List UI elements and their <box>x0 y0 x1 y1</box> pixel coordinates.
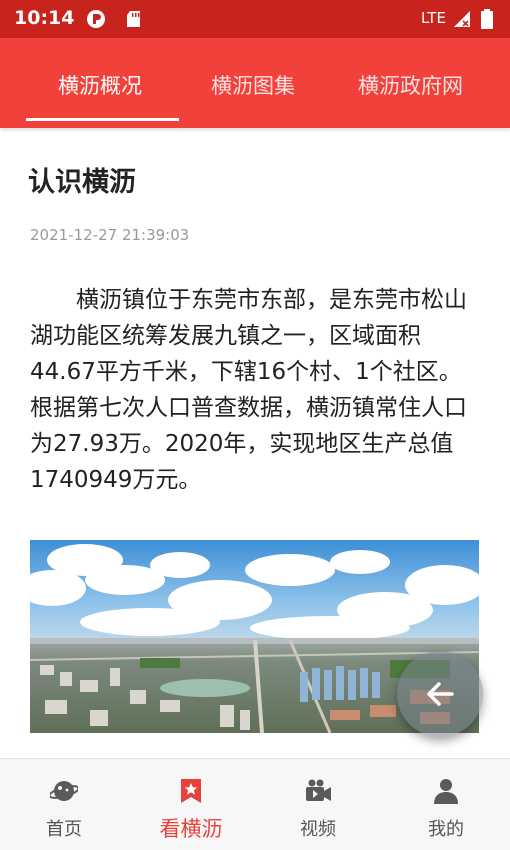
app-notification-icon <box>87 10 105 28</box>
video-camera-icon <box>306 779 331 801</box>
nav-see-hengli[interactable]: 看横沥 <box>141 759 241 850</box>
back-button[interactable] <box>397 651 483 737</box>
nav-video[interactable]: 视频 <box>268 759 368 850</box>
active-tab-indicator <box>26 118 179 121</box>
arrow-left-icon <box>427 682 454 706</box>
tab-hengli-government[interactable]: 横沥政府网 <box>358 70 463 100</box>
tab-bar: 横沥概况 横沥图集 横沥政府网 <box>0 38 510 128</box>
nav-video-label: 视频 <box>300 819 336 840</box>
article-body: 横沥镇位于东莞市东部，是东莞市松山湖功能区统筹发展九镇之一，区域面积44.67平… <box>30 287 467 493</box>
signal-icon <box>454 11 470 27</box>
planet-icon <box>50 781 78 801</box>
nav-see-hengli-label: 看横沥 <box>159 817 223 841</box>
nav-home[interactable]: 首页 <box>14 759 114 850</box>
tab-hengli-overview[interactable]: 横沥概况 <box>58 70 142 100</box>
article-date: 2021-12-27 21:39:03 <box>30 226 190 244</box>
user-icon <box>434 779 458 804</box>
bottom-nav: 首页 看横沥 视频 我的 <box>0 758 510 850</box>
article-title: 认识横沥 <box>28 167 136 198</box>
status-bar: 10:14 LTE <box>0 0 510 38</box>
nav-mine-label: 我的 <box>428 819 464 840</box>
network-type: LTE <box>421 9 446 27</box>
bookmark-star-icon <box>181 779 201 803</box>
battery-icon <box>481 9 493 29</box>
nav-home-label: 首页 <box>46 819 82 840</box>
tab-hengli-gallery[interactable]: 横沥图集 <box>211 70 295 100</box>
status-time: 10:14 <box>14 7 75 29</box>
sd-card-icon <box>127 11 140 27</box>
nav-mine[interactable]: 我的 <box>396 759 496 850</box>
tab-overflow-fade <box>470 38 510 128</box>
